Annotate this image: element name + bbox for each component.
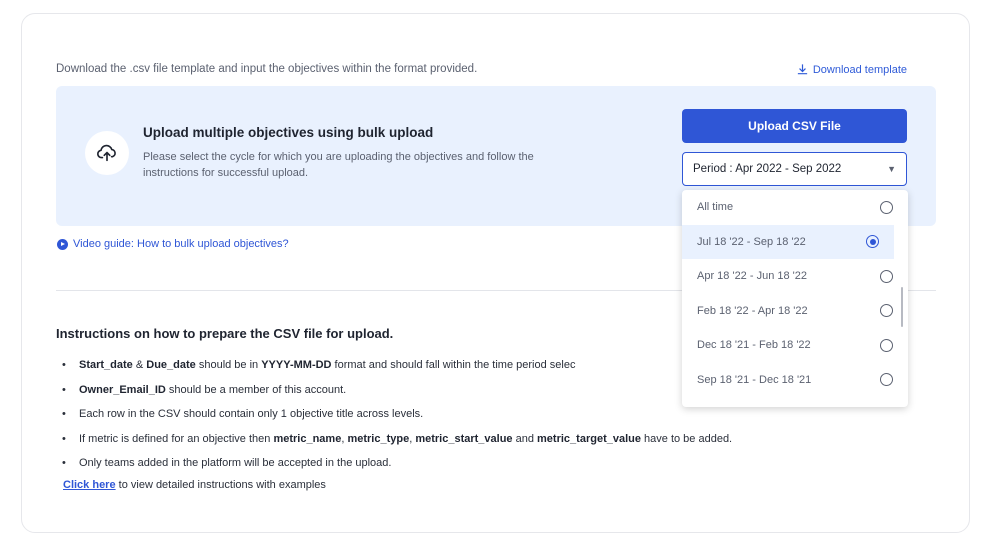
instruction-item: • Each row in the CSV should contain only… <box>62 406 732 431</box>
instruction-item: • Start_date & Due_date should be in YYYY… <box>62 357 732 382</box>
instruction-fragment: If metric is defined for an objective th… <box>79 432 274 445</box>
period-option[interactable]: All time <box>682 190 908 225</box>
chevron-down-icon: ▼ <box>887 164 896 174</box>
radio-icon[interactable] <box>880 269 893 283</box>
download-icon <box>797 64 807 75</box>
bullet: • <box>62 359 66 371</box>
period-option[interactable]: Feb 18 '22 - Apr 18 '22 <box>682 294 908 329</box>
instruction-item: • Only teams added in the platform will b… <box>62 455 732 480</box>
instruction-text: Each row in the CSV should contain only … <box>79 406 423 431</box>
instruction-text: If metric is defined for an objective th… <box>79 431 732 456</box>
instruction-fragment: format and should fall within the time p… <box>331 359 576 371</box>
instruction-text: Start_date & Due_date should be in YYYY-… <box>79 357 575 382</box>
period-option-label: Sep 18 '21 - Dec 18 '21 <box>697 373 812 386</box>
instructions-title: Instructions on how to prepare the CSV f… <box>56 326 394 341</box>
period-option[interactable]: Dec 18 '21 - Feb 18 '22 <box>682 328 908 363</box>
instruction-text: Owner_Email_ID should be a member of thi… <box>79 382 346 407</box>
period-option-label: All time <box>697 201 734 214</box>
field-name: metric_target_value <box>537 432 641 445</box>
upload-csv-button[interactable]: Upload CSV File <box>682 109 907 143</box>
upload-title: Upload multiple objectives using bulk up… <box>143 125 434 140</box>
field-name: metric_type <box>347 432 410 445</box>
intro-text: Download the .csv file template and inpu… <box>56 63 478 75</box>
field-name: Due_date <box>146 359 196 371</box>
period-option[interactable]: Apr 18 '22 - Jun 18 '22 <box>682 259 908 294</box>
field-name: Start_date <box>79 359 133 371</box>
radio-icon[interactable] <box>880 304 893 318</box>
instruction-fragment: & <box>132 359 147 371</box>
instruction-text: Only teams added in the platform will be… <box>79 455 391 480</box>
instruction-fragment: Each row in the CSV should contain only … <box>79 408 424 420</box>
instruction-fragment: and <box>512 432 538 445</box>
period-option[interactable]: Jul 18 '22 - Sep 18 '22 <box>682 224 894 259</box>
radio-icon[interactable] <box>880 373 893 387</box>
instruction-item: • Owner_Email_ID should be a member of th… <box>62 382 732 407</box>
period-select-value: Period : Apr 2022 - Sep 2022 <box>693 163 842 175</box>
download-template-label: Download template <box>812 63 907 76</box>
detailed-instructions-row: Click here to view detailed instructions… <box>63 479 326 491</box>
bullet: • <box>62 408 66 420</box>
video-guide-link[interactable]: Video guide: How to bulk upload objectiv… <box>57 238 289 250</box>
instruction-fragment: should be in <box>195 359 262 371</box>
period-option[interactable]: Sep 18 '21 - Dec 18 '21 <box>682 363 908 398</box>
bullet: • <box>62 432 66 445</box>
period-option-label: Apr 18 '22 - Jun 18 '22 <box>697 270 807 283</box>
period-select[interactable]: Period : Apr 2022 - Sep 2022 ▼ <box>682 152 907 186</box>
bullet: • <box>62 383 66 396</box>
period-dropdown-menu: All time Jul 18 '22 - Sep 18 '22 Apr 18 '2… <box>682 190 908 407</box>
video-guide-label: Video guide: How to bulk upload objectiv… <box>73 238 289 250</box>
radio-icon[interactable] <box>880 200 893 214</box>
field-name: metric_start_value <box>415 432 513 445</box>
bullet: • <box>62 457 66 469</box>
play-icon <box>57 238 68 250</box>
instruction-fragment: should be a member of this account. <box>165 383 347 396</box>
dropdown-scrollbar[interactable] <box>901 287 903 327</box>
instructions-list: • Start_date & Due_date should be in YYYY… <box>62 357 732 480</box>
upload-icon-circle <box>85 131 129 175</box>
field-name: YYYY-MM-DD <box>261 359 332 371</box>
instruction-item: • If metric is defined for an objective t… <box>62 431 732 456</box>
radio-icon[interactable] <box>880 338 893 352</box>
period-option-label: Jul 18 '22 - Sep 18 '22 <box>697 235 806 248</box>
radio-icon[interactable] <box>866 235 879 249</box>
field-name: Owner_Email_ID <box>79 383 166 396</box>
download-template-link[interactable]: Download template <box>796 63 907 76</box>
field-name: metric_name <box>273 432 342 445</box>
period-option-label: Feb 18 '22 - Apr 18 '22 <box>697 304 808 317</box>
instruction-fragment: have to be added. <box>640 432 733 445</box>
instruction-fragment: Only teams added in the platform will be… <box>79 457 392 469</box>
upload-description: Please select the cycle for which you ar… <box>143 151 534 179</box>
period-option-label: Dec 18 '21 - Feb 18 '22 <box>697 339 811 352</box>
click-here-link[interactable]: Click here <box>63 479 116 491</box>
upload-cloud-icon <box>97 144 116 162</box>
click-here-suffix: to view detailed instructions with examp… <box>115 479 326 491</box>
